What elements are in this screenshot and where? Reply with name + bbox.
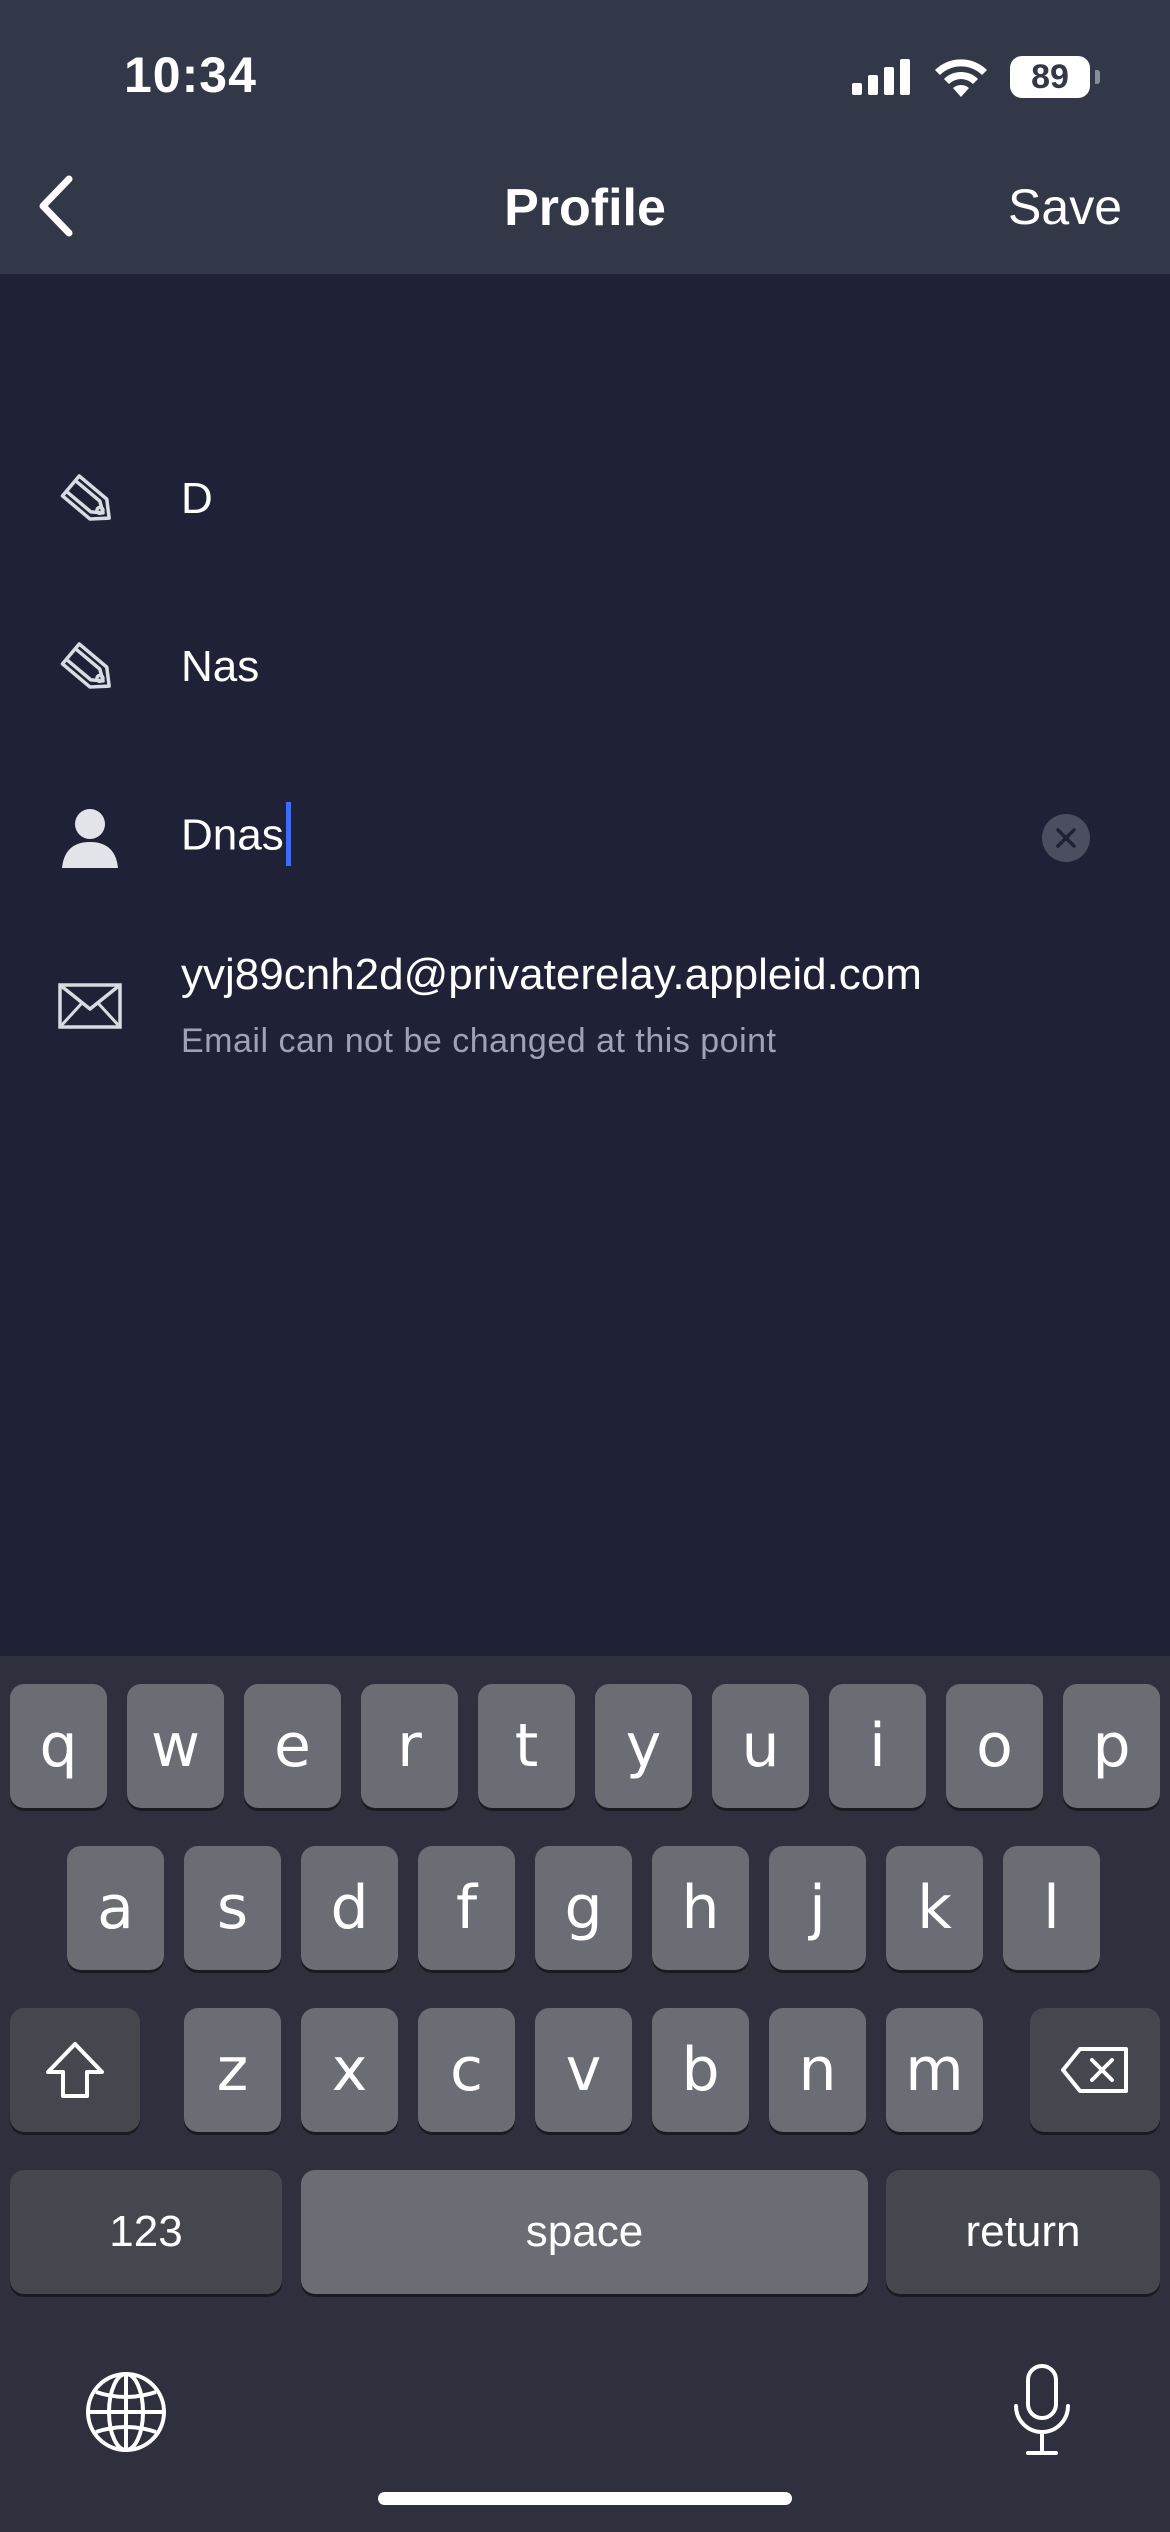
numbers-key[interactable]: 123	[10, 2170, 282, 2294]
envelope-icon	[56, 972, 124, 1040]
battery-cap	[1095, 70, 1100, 84]
status-icons: 89	[852, 52, 1100, 102]
key-k[interactable]: k	[886, 1846, 983, 1970]
key-y[interactable]: y	[595, 1684, 692, 1808]
home-indicator	[378, 2492, 792, 2505]
text-caret	[285, 802, 291, 866]
key-p[interactable]: p	[1063, 1684, 1160, 1808]
clear-text-button[interactable]	[1042, 814, 1090, 862]
key-b[interactable]: b	[652, 2008, 749, 2132]
email-value: yvj89cnh2d@privaterelay.appleid.com	[181, 950, 922, 999]
shift-key[interactable]	[10, 2008, 140, 2132]
shift-arrow-icon	[46, 2042, 104, 2098]
email-note: Email can not be changed at this point	[181, 1022, 777, 1060]
first-name-row[interactable]: D	[0, 462, 1170, 542]
key-a[interactable]: a	[67, 1846, 164, 1970]
key-r[interactable]: r	[361, 1684, 458, 1808]
wifi-icon	[935, 59, 987, 97]
tag-icon	[56, 468, 124, 536]
key-t[interactable]: t	[478, 1684, 575, 1808]
key-v[interactable]: v	[535, 2008, 632, 2132]
key-m[interactable]: m	[886, 2008, 983, 2132]
person-icon	[56, 804, 124, 872]
key-i[interactable]: i	[829, 1684, 926, 1808]
microphone-icon[interactable]	[1010, 2362, 1074, 2458]
clear-x-icon	[1056, 828, 1076, 848]
key-z[interactable]: z	[184, 2008, 281, 2132]
username-value: Dnas	[181, 810, 284, 860]
header: 10:34 89 Profile Save	[0, 0, 1170, 274]
key-d[interactable]: d	[301, 1846, 398, 1970]
battery-level: 89	[1031, 57, 1069, 96]
key-u[interactable]: u	[712, 1684, 809, 1808]
last-name-row[interactable]: Nas	[0, 630, 1170, 710]
cellular-signal-icon	[852, 59, 910, 95]
backspace-icon	[1061, 2047, 1128, 2093]
key-w[interactable]: w	[127, 1684, 224, 1808]
key-j[interactable]: j	[769, 1846, 866, 1970]
key-e[interactable]: e	[244, 1684, 341, 1808]
status-time: 10:34	[124, 47, 257, 103]
username-row[interactable]: Dnas	[0, 796, 1170, 882]
key-n[interactable]: n	[769, 2008, 866, 2132]
first-name-value: D	[181, 474, 213, 523]
page-title: Profile	[504, 179, 666, 237]
last-name-value: Nas	[181, 642, 260, 691]
battery-icon: 89	[1010, 56, 1100, 98]
key-x[interactable]: x	[301, 2008, 398, 2132]
key-q[interactable]: q	[10, 1684, 107, 1808]
key-l[interactable]: l	[1003, 1846, 1100, 1970]
email-row: yvj89cnh2d@privaterelay.appleid.com Emai…	[0, 950, 1170, 1070]
return-key[interactable]: return	[886, 2170, 1160, 2294]
key-g[interactable]: g	[535, 1846, 632, 1970]
tag-icon	[56, 636, 124, 704]
key-s[interactable]: s	[184, 1846, 281, 1970]
key-f[interactable]: f	[418, 1846, 515, 1970]
key-o[interactable]: o	[946, 1684, 1043, 1808]
key-h[interactable]: h	[652, 1846, 749, 1970]
keyboard: q w e r t y u i o p a s d f g h j k l z …	[0, 1656, 1170, 2532]
save-button[interactable]: Save	[1008, 178, 1122, 236]
key-c[interactable]: c	[418, 2008, 515, 2132]
globe-icon[interactable]	[84, 2370, 168, 2454]
delete-key[interactable]	[1030, 2008, 1160, 2132]
username-input[interactable]: Dnas	[181, 802, 291, 870]
space-key[interactable]: space	[301, 2170, 868, 2294]
